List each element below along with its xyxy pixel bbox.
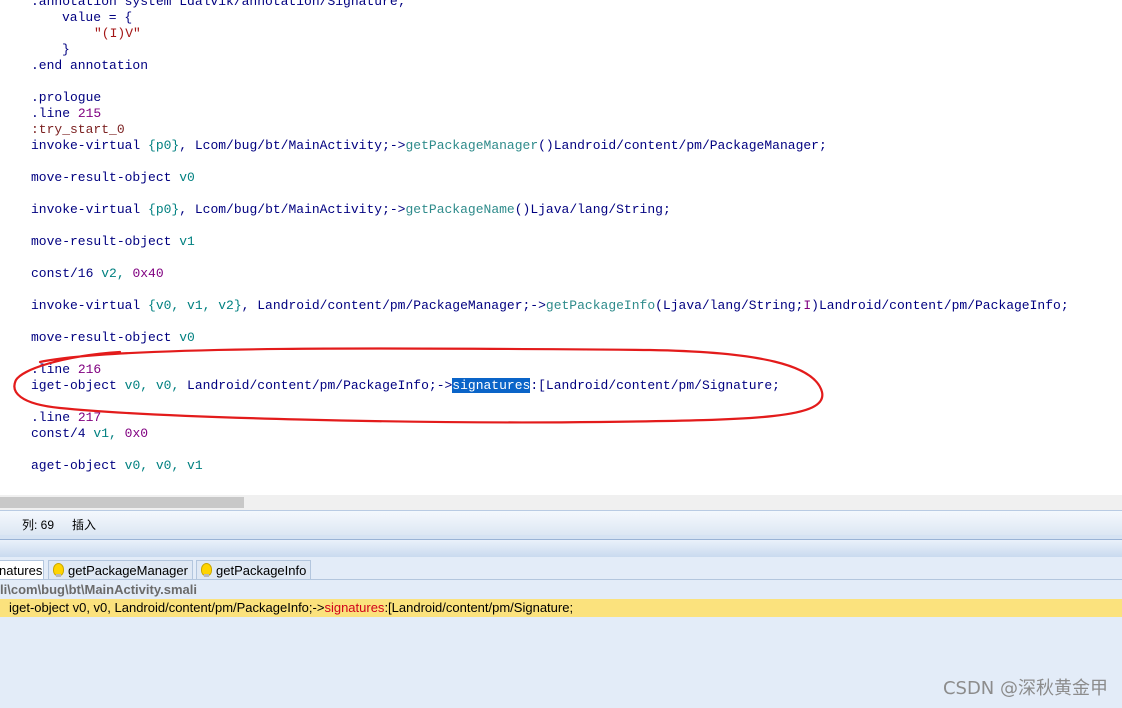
opcode: const/16 (31, 266, 94, 281)
tab-signatures[interactable]: natures (0, 560, 44, 580)
registers: v2, (101, 266, 125, 281)
opcode: aget-object (31, 458, 117, 473)
code-line: move-result-object v1 (31, 234, 195, 250)
code-text: .prologue (31, 90, 102, 105)
opcode: move-result-object (31, 330, 172, 345)
watermark: CSDN @深秋黄金甲 (942, 678, 1108, 699)
registers: v1, (93, 426, 117, 441)
code-text: Landroid/content/pm/PackageInfo;-> (179, 378, 453, 393)
code-line: :try_start_0 (31, 122, 125, 138)
code-line-circled: iget-object v0, v0, Landroid/content/pm/… (31, 378, 780, 394)
opcode: invoke-virtual (31, 298, 141, 313)
tab-label: getPackageManager (68, 563, 188, 578)
scrollbar-thumb[interactable] (0, 497, 244, 508)
registers: {v0, v1, v2} (148, 298, 242, 313)
code-text: , Lcom/bug/bt/MainActivity;-> (179, 138, 406, 153)
code-line: const/4 v1, 0x0 (31, 426, 148, 442)
registers: v1 (179, 234, 195, 249)
code-line: } (62, 42, 70, 58)
code-text: ()Ljava/lang/String; (514, 202, 671, 217)
result-match-row[interactable]: iget-object v0, v0, Landroid/content/pm/… (0, 599, 1122, 617)
code-text: } (62, 42, 70, 57)
opcode: move-result-object (31, 170, 172, 185)
code-line: invoke-virtual {p0}, Lcom/bug/bt/MainAct… (31, 202, 671, 218)
directive: .line (31, 362, 71, 377)
code-line: aget-object v0, v0, v1 (31, 458, 203, 474)
opcode: const/4 (31, 426, 86, 441)
insert-mode-indicator: 插入 (72, 518, 97, 532)
code-line: .line 217 (31, 410, 101, 426)
line-number-value: 215 (77, 106, 102, 121)
code-text: , Landroid/content/pm/PackageManager;-> (241, 298, 546, 313)
results-panel-header (0, 539, 1122, 558)
code-line: invoke-virtual {v0, v1, v2}, Landroid/co… (31, 298, 1069, 314)
method-name: getPackageInfo (545, 298, 656, 313)
code-line: const/16 v2, 0x40 (31, 266, 164, 282)
code-text: , Lcom/bug/bt/MainActivity;-> (179, 202, 406, 217)
lightbulb-icon (201, 563, 212, 577)
result-file-path[interactable]: li\com\bug\bt\MainActivity.smali (0, 582, 197, 597)
lightbulb-icon (53, 563, 64, 577)
opcode: invoke-virtual (31, 202, 141, 217)
line-number-value: 217 (77, 410, 102, 425)
opcode: invoke-virtual (31, 138, 141, 153)
code-line: invoke-virtual {p0}, Lcom/bug/bt/MainAct… (31, 138, 827, 154)
code-text: :[Landroid/content/pm/Signature; (530, 378, 780, 393)
tab-label: natures (0, 563, 43, 578)
opcode: iget-object (31, 378, 117, 393)
code-line: .prologue (31, 90, 101, 106)
registers: v0, v0, (124, 378, 180, 393)
string-literal: "(I)V" (94, 26, 141, 41)
tab-getpackagemanager[interactable]: getPackageManager (48, 560, 193, 580)
registers: v0 (179, 330, 195, 345)
match-text: :[Landroid/content/pm/Signature; (384, 600, 574, 615)
code-line: .line 215 (31, 106, 101, 122)
line-number-value: 216 (77, 362, 102, 377)
number-literal: 0x0 (124, 426, 149, 441)
registers: {p0} (148, 138, 180, 153)
method-name: getPackageName (405, 202, 515, 217)
code-text: .annotation system Ldalvik/annotation/Si… (31, 0, 406, 9)
cursor-column: 列: 69 (22, 518, 55, 532)
code-text: (Ljava/lang/String; (655, 298, 804, 313)
code-line: .end annotation (31, 58, 148, 74)
match-text: iget-object v0, v0, Landroid/content/pm/… (9, 600, 325, 615)
opcode: move-result-object (31, 234, 172, 249)
code-text: value = { (62, 10, 133, 25)
selected-text[interactable]: signatures (452, 378, 531, 393)
tab-getpackageinfo[interactable]: getPackageInfo (196, 560, 312, 580)
code-label: :try_start_0 (31, 122, 125, 137)
code-line: move-result-object v0 (31, 170, 195, 186)
code-line: move-result-object v0 (31, 330, 195, 346)
code-line: "(I)V" (94, 26, 141, 42)
code-text: )Landroid/content/pm/PackageInfo; (811, 298, 1069, 313)
directive: .line (31, 106, 71, 121)
status-bar: 列: 69 插入 (0, 510, 1122, 535)
code-line: .line 216 (31, 362, 101, 378)
match-highlight: signatures (324, 600, 385, 615)
registers: v0, v0, v1 (124, 458, 203, 473)
method-name: getPackageManager (405, 138, 539, 153)
horizontal-scrollbar[interactable] (0, 495, 1122, 510)
directive: .line (31, 410, 71, 425)
tab-label: getPackageInfo (216, 563, 307, 578)
code-text: .end annotation (31, 58, 149, 73)
registers: v0 (179, 170, 195, 185)
number-literal: 0x40 (132, 266, 164, 281)
type-code: I (803, 298, 812, 313)
registers: {p0} (148, 202, 180, 217)
code-line: .annotation system Ldalvik/annotation/Si… (31, 0, 405, 10)
code-line: value = { (62, 10, 132, 26)
tab-divider (0, 579, 1122, 580)
code-editor[interactable]: .annotation system Ldalvik/annotation/Si… (0, 0, 1122, 495)
code-text: ()Landroid/content/pm/PackageManager; (538, 138, 827, 153)
